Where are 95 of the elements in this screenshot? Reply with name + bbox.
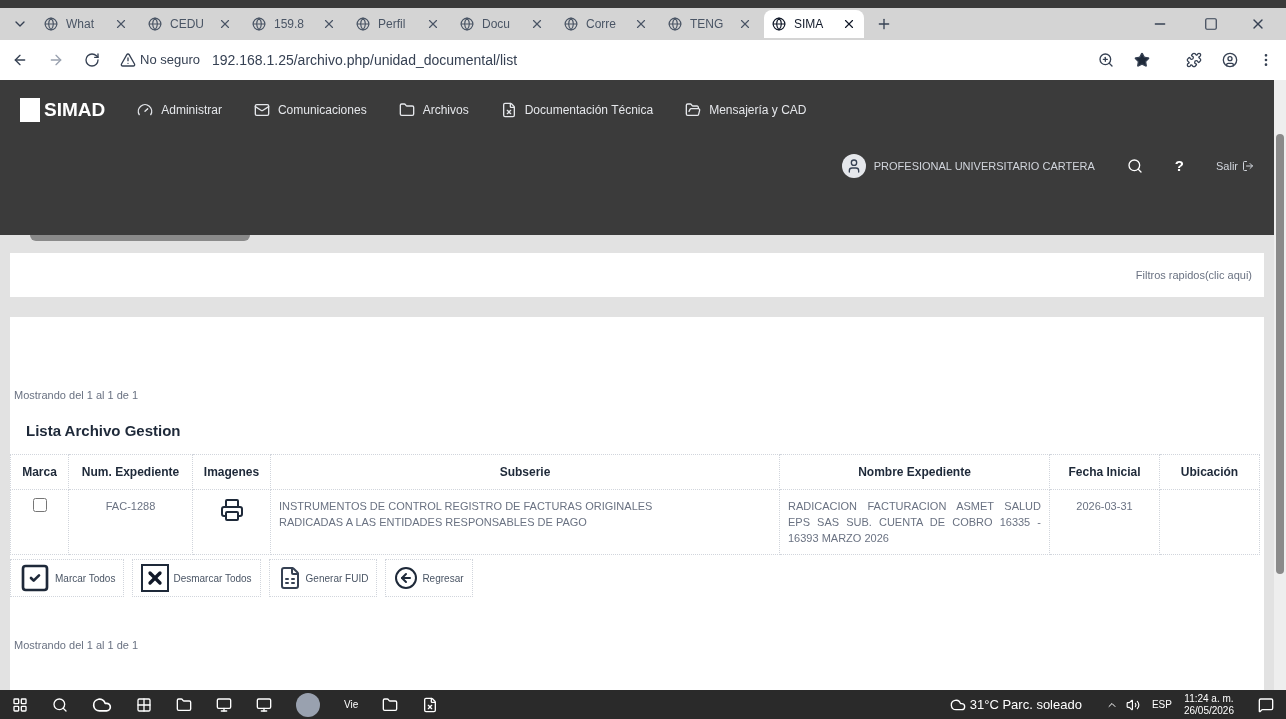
tab-title: What bbox=[66, 16, 95, 33]
extensions-icon[interactable] bbox=[1186, 52, 1202, 68]
nav-link[interactable]: Administrar bbox=[137, 101, 222, 119]
column-header: Imagenes bbox=[192, 454, 271, 490]
favicon-icon bbox=[772, 17, 786, 31]
quick-filters-link[interactable]: Filtros rapidos(clic aqui) bbox=[1135, 266, 1252, 284]
clock-date: 26/05/2026 bbox=[1183, 704, 1234, 717]
nav-link[interactable]: Mensajería y CAD bbox=[685, 101, 807, 119]
column-header: Nombre Expediente bbox=[779, 454, 1050, 490]
favicon-icon bbox=[460, 17, 474, 31]
new-tab-icon[interactable] bbox=[876, 16, 892, 32]
nav-icon bbox=[253, 102, 270, 118]
column-header: Marca bbox=[10, 454, 69, 490]
start-icon[interactable] bbox=[12, 696, 28, 713]
taskbar-app-label[interactable]: Vie bbox=[344, 697, 359, 712]
url-field[interactable]: No seguro 192.168.1.25/archivo.php/unidad_documental/list bbox=[120, 49, 518, 71]
close-icon[interactable] bbox=[842, 17, 856, 31]
x-box-icon bbox=[141, 564, 170, 592]
weather-text[interactable]: 31°C Parc. soleado bbox=[969, 694, 1082, 715]
row-checkbox[interactable] bbox=[32, 498, 47, 512]
logout-icon bbox=[1242, 160, 1254, 172]
list-title: Lista Archivo Gestion bbox=[25, 420, 182, 441]
nav-link[interactable]: Archivos bbox=[398, 101, 469, 119]
checkbox-icon bbox=[19, 562, 51, 594]
action-button[interactable]: Generar FUID bbox=[268, 559, 378, 597]
profile-icon[interactable] bbox=[1222, 52, 1238, 68]
logout-button[interactable]: Salir bbox=[1216, 157, 1254, 175]
tab-title: SIMA bbox=[794, 16, 825, 33]
action-button[interactable]: Desmarcar Todos bbox=[132, 559, 261, 597]
table-cell: FAC-1288 bbox=[68, 489, 193, 555]
nav-icon bbox=[500, 102, 517, 118]
tab-title: Perfil bbox=[378, 16, 407, 33]
favicon-icon bbox=[44, 17, 58, 31]
nav-icon bbox=[398, 102, 415, 118]
browser-tab[interactable]: Perfil bbox=[348, 10, 448, 38]
warning-icon bbox=[120, 52, 136, 68]
table-cell: INSTRUMENTOS DE CONTROL REGISTRO DE FACTURAS ORIGINALES RADICADAS A LAS ENTIDADES RESPONSABLES DE PAGO bbox=[270, 489, 780, 555]
browser-tab[interactable]: CEDU bbox=[140, 10, 240, 38]
table-cell: 2026-03-31 bbox=[1049, 489, 1160, 555]
record-count: Mostrando del 1 al 1 de 1 bbox=[13, 388, 140, 403]
language-indicator[interactable]: ESP bbox=[1151, 697, 1172, 712]
search-icon[interactable] bbox=[52, 696, 68, 713]
search-icon[interactable] bbox=[1126, 158, 1143, 174]
clock-time: 11:24 a. m. bbox=[1184, 692, 1234, 705]
user-avatar-icon bbox=[841, 154, 866, 178]
favicon-icon bbox=[668, 17, 682, 31]
app-logo[interactable]: SIMAD bbox=[44, 95, 106, 125]
action-button[interactable]: Marcar Todos bbox=[10, 559, 125, 597]
nav-icon bbox=[137, 102, 154, 118]
help-button[interactable]: ? bbox=[1174, 154, 1184, 178]
folder-icon[interactable] bbox=[176, 696, 192, 713]
browser-tab[interactable]: Corre bbox=[556, 10, 656, 38]
notifications-icon[interactable] bbox=[1258, 696, 1274, 713]
nav-icon bbox=[685, 102, 702, 118]
action-button[interactable]: Regresar bbox=[385, 559, 473, 597]
security-label: No seguro bbox=[140, 51, 200, 70]
user-role: PROFESIONAL UNIVERSITARIO CARTERA bbox=[873, 158, 1095, 174]
browser-tab[interactable]: 159.8 bbox=[244, 10, 344, 38]
tab-title: CEDU bbox=[170, 16, 205, 33]
favicon-icon bbox=[564, 17, 578, 31]
url-text: 192.168.1.25/archivo.php/unidad_documental/list bbox=[212, 50, 518, 70]
logo-icon bbox=[20, 98, 40, 122]
tab-title: Docu bbox=[482, 16, 511, 33]
record-count: Mostrando del 1 al 1 de 1 bbox=[13, 638, 140, 653]
browser-tab[interactable]: SIMA bbox=[764, 10, 864, 38]
column-header: Num. Expediente bbox=[68, 454, 193, 490]
nav-link[interactable]: Documentación Técnica bbox=[500, 101, 654, 119]
browser-tab[interactable]: Docu bbox=[452, 10, 552, 38]
maximize-icon[interactable] bbox=[1204, 17, 1218, 31]
pdf-icon[interactable] bbox=[422, 696, 439, 713]
table-cell: RADICACION FACTURACION ASMET SALUD EPS SAS SUB. CUENTA DE COBRO 16335 - 16393 MARZO 2026 bbox=[779, 489, 1050, 555]
bookmark-star-icon[interactable] bbox=[1134, 52, 1150, 68]
tab-title: Corre bbox=[586, 16, 617, 33]
tab-title: 159.8 bbox=[274, 16, 306, 33]
favicon-icon bbox=[252, 17, 266, 31]
scrollbar[interactable] bbox=[1274, 80, 1286, 690]
app-icon[interactable] bbox=[256, 696, 272, 713]
zoom-icon[interactable] bbox=[1098, 52, 1114, 68]
favicon-icon bbox=[148, 17, 162, 31]
app-icon[interactable] bbox=[136, 696, 152, 713]
nav-link[interactable]: Comunicaciones bbox=[253, 101, 367, 119]
column-header: Fecha Inicial bbox=[1049, 454, 1160, 490]
reload-icon[interactable] bbox=[84, 52, 100, 68]
favicon-icon bbox=[356, 17, 370, 31]
tab-title: TENG bbox=[690, 16, 725, 33]
printer-icon[interactable] bbox=[219, 498, 244, 522]
back-icon[interactable] bbox=[12, 52, 28, 68]
app-icon[interactable] bbox=[382, 696, 399, 713]
browser-tab[interactable]: TENG bbox=[660, 10, 760, 38]
column-header: Subserie bbox=[270, 454, 780, 490]
browser-tab[interactable]: What bbox=[36, 10, 136, 38]
column-header: Ubicación bbox=[1159, 454, 1260, 490]
app-icon[interactable] bbox=[216, 696, 232, 713]
volume-icon[interactable] bbox=[1125, 697, 1140, 712]
clock[interactable]: 11:24 a. m. 26/05/2026 bbox=[1183, 692, 1234, 717]
